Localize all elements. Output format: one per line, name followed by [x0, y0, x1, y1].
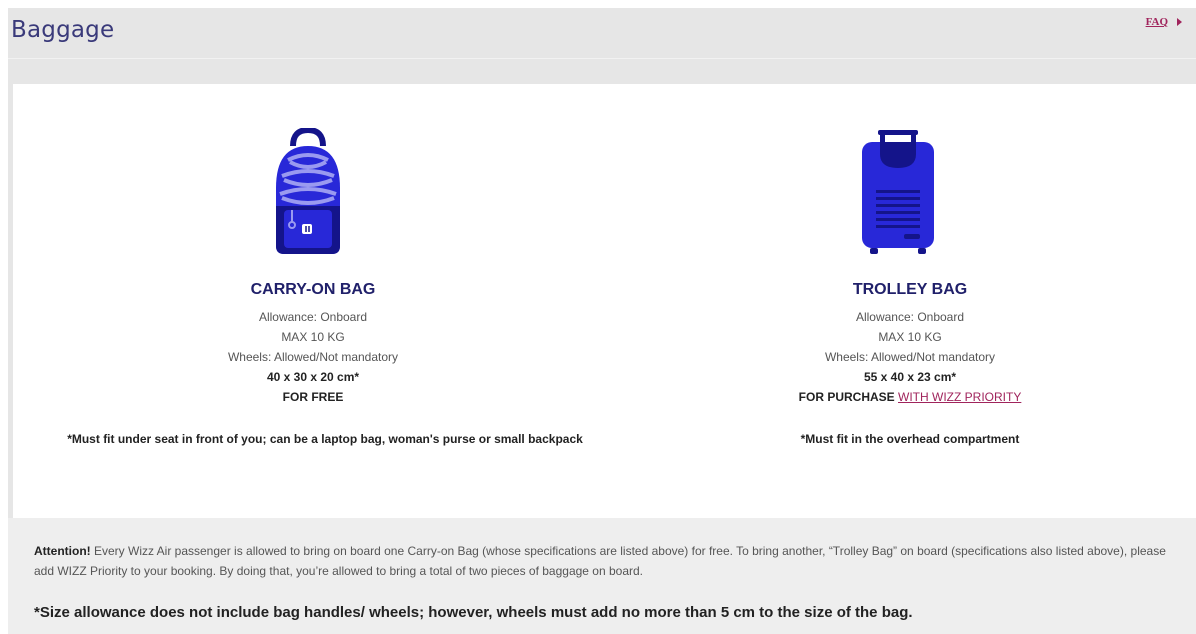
trolley-note: *Must fit in the overhead compartment — [800, 432, 1020, 446]
carry-on-allowance: Allowance: Onboard — [258, 310, 368, 324]
size-allowance-note: *Size allowance does not include bag han… — [34, 604, 913, 621]
carry-on-price: FOR FREE — [282, 390, 344, 404]
faq-link-group[interactable]: FAQ — [1146, 16, 1182, 28]
trolley-wheels: Wheels: Allowed/Not mandatory — [824, 350, 996, 364]
trolley-price-prefix: FOR PURCHASE — [798, 390, 895, 404]
trolley-max-weight: MAX 10 KG — [878, 330, 942, 344]
header-divider — [8, 58, 1196, 59]
trolley-allowance: Allowance: Onboard — [855, 310, 965, 324]
trolley-price: FOR PURCHASE WITH WIZZ PRIORITY — [610, 390, 1196, 404]
page-header: Baggage FAQ — [8, 8, 1196, 84]
attention-label: Attention! — [34, 544, 91, 558]
baggage-footer: Attention! Every Wizz Air passenger is a… — [8, 518, 1196, 634]
trolley-bag-icon — [856, 128, 940, 261]
carry-on-bag-name: CARRY-ON BAG — [250, 281, 376, 298]
attention-notice: Attention! Every Wizz Air passenger is a… — [34, 541, 1174, 581]
carry-on-wheels: Wheels: Allowed/Not mandatory — [227, 350, 399, 364]
trolley-dimensions: 55 x 40 x 23 cm* — [863, 370, 957, 384]
carry-on-max-weight: MAX 10 KG — [281, 330, 345, 344]
carry-on-dimensions: 40 x 30 x 20 cm* — [266, 370, 360, 384]
backpack-icon — [262, 126, 354, 261]
baggage-options: CARRY-ON BAG Allowance: Onboard MAX 10 K… — [8, 84, 1196, 518]
caret-right-icon — [1177, 18, 1182, 26]
wizz-priority-link[interactable]: WITH WIZZ PRIORITY — [898, 390, 1021, 404]
trolley-bag-name: TROLLEY BAG — [852, 281, 968, 298]
faq-link[interactable]: FAQ — [1146, 16, 1168, 28]
attention-text: Every Wizz Air passenger is allowed to b… — [34, 544, 1166, 578]
carry-on-note: *Must fit under seat in front of you; ca… — [67, 432, 583, 446]
page-title: Baggage — [11, 17, 115, 43]
